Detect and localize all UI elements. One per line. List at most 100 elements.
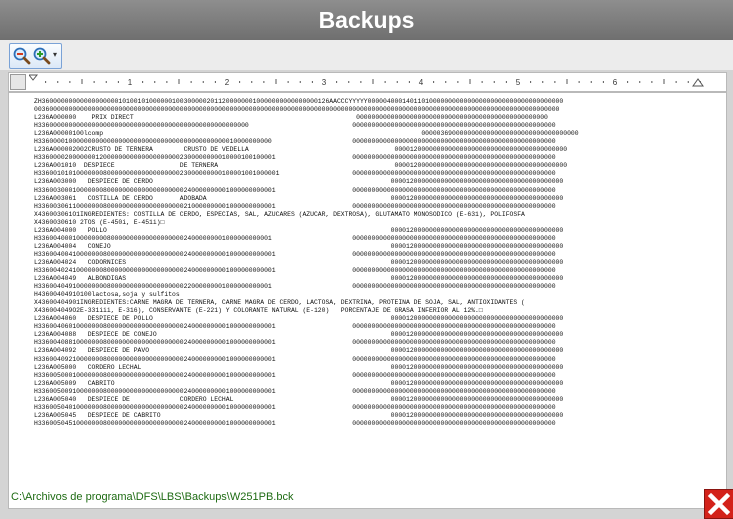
zoom-out-button[interactable] (12, 46, 32, 66)
document-line: L236A005040 DESPIECE DE CORDERO LECHAL 0… (34, 395, 564, 403)
ruler-tick (408, 81, 410, 83)
document-line: L236A003000 DESPIECE DE CERDO 0000120000… (34, 178, 564, 186)
document-line: L236A00000100lcomp 000003690000000000000… (34, 130, 579, 138)
document-line: H336005000100000008000000000000000000002… (34, 371, 556, 379)
ruler-tick (457, 81, 459, 83)
ruler-tick (214, 81, 216, 83)
ruler-tick (481, 81, 483, 83)
ruler-tick (57, 81, 59, 83)
title-bar: Backups (0, 0, 733, 40)
ruler-tick (384, 81, 386, 83)
ruler-tick (627, 81, 629, 83)
document-line: H336001010100000008000000000000000000023… (34, 170, 556, 178)
ruler-tick (639, 81, 641, 83)
ruler-tick (81, 79, 83, 84)
right-margin-marker[interactable] (692, 78, 704, 87)
ruler: 1 2 3 4 5 6 (8, 72, 727, 92)
ruler-label: 3 (322, 78, 327, 87)
document-line: L236A004024 CODORNICES 00001200000000000… (34, 258, 564, 266)
close-button[interactable] (704, 489, 733, 519)
ruler-tick (651, 81, 653, 83)
ruler-tick (202, 81, 204, 83)
document-line: 0036000000000000000000000000000000000000… (34, 106, 560, 114)
left-indent-marker[interactable] (29, 74, 39, 81)
document-line: H336004004100000008000000000000000000002… (34, 250, 556, 258)
toolbar: ▾ (0, 40, 733, 70)
ruler-tick (190, 81, 192, 83)
ruler-ticks: 1 2 3 4 5 6 (29, 74, 704, 87)
zoom-in-button[interactable] (32, 46, 52, 66)
zoom-control-group: ▾ (9, 43, 62, 69)
ruler-tick (154, 81, 156, 83)
ruler-tick (566, 79, 568, 84)
document-line: X4360030610 2TOS (E-450i, E-451i)□ (34, 218, 165, 226)
ruler-tick (251, 81, 253, 83)
zoom-in-icon (33, 47, 51, 65)
ruler-label: 5 (516, 78, 521, 87)
document-line: L236A004088 DESPIECE DE CONEJO 000012000… (34, 331, 564, 339)
document-line: H336004024100000008000000000000000000002… (34, 266, 556, 274)
ruler-tick (336, 81, 338, 83)
ruler-tick (542, 81, 544, 83)
ruler-tick (663, 79, 665, 84)
document-line: L236A003061 COSTILLA DE CERDO ADOBADA 00… (34, 194, 564, 202)
ruler-tick (590, 81, 592, 83)
ruler-tick (239, 81, 241, 83)
ruler-label: 1 (128, 78, 133, 87)
zoom-out-icon (13, 47, 31, 65)
ruler-tick (178, 79, 180, 84)
document-line: X436004049O2E-331iii, E-316), CONSERVANT… (34, 307, 483, 315)
document-line: L236A004092 DESPIECE DE PAVO 00001200000… (34, 347, 564, 355)
ruler-tick (275, 79, 277, 84)
document-line: L236A000000 PRIX DIRECT 0000000000000000… (34, 114, 548, 122)
ruler-corner-icon[interactable] (10, 74, 26, 90)
document-line: L236A004060 DESPIECE DE POLLO 0000120000… (34, 315, 564, 323)
ruler-tick (505, 81, 507, 83)
ruler-tick (287, 81, 289, 83)
ruler-tick (348, 81, 350, 83)
document-line: H336004049100000000800000000000000000002… (34, 283, 556, 291)
ruler-tick (45, 81, 47, 83)
ruler-tick (105, 81, 107, 83)
ruler-tick (69, 81, 71, 83)
document-line: ZH36000000000000000000101001010000001003… (34, 98, 564, 105)
document-line: H336003061100000008000000000000000000002… (34, 202, 556, 210)
backup-file-viewer[interactable]: ZH36000000000000000000101001010000001003… (8, 92, 727, 509)
ruler-tick (263, 81, 265, 83)
document-line: H336000010000000000000000000000000000000… (34, 138, 556, 146)
ruler-tick (675, 81, 677, 83)
document-line: H336004092100000008000000000000000000002… (34, 355, 556, 363)
document-line: H336000020000000120000000000000000000023… (34, 154, 556, 162)
ruler-tick (142, 81, 144, 83)
document-line: H336005040100000008000000000000000000002… (34, 403, 556, 411)
ruler-tick (299, 81, 301, 83)
document-line: H336005009100000008000000000000000000002… (34, 387, 556, 395)
ruler-tick (433, 81, 435, 83)
ruler-tick (166, 81, 168, 83)
ruler-tick (311, 81, 313, 83)
ruler-label: 6 (613, 78, 618, 87)
document-line: L236A004004 CONEJO 000012000000000000000… (34, 242, 564, 250)
document-line: H336000000000000000000000000000000000000… (34, 122, 556, 130)
ruler-tick (493, 81, 495, 83)
ruler-tick (469, 79, 471, 84)
document-line: L236A005000 CORDERO LECHAL 0000120000000… (34, 363, 564, 371)
file-path: C:\Archivos de programa\DFS\LBS\Backups\… (11, 491, 294, 503)
document-line: X436003061O1INGREDIENTES: COSTILLA DE CE… (34, 210, 525, 218)
document-line: L236A005009 CABRITO 00001200000000000000… (34, 379, 564, 387)
document-line: H336004000100000000800000000000000000002… (34, 234, 556, 242)
ruler-tick (396, 81, 398, 83)
chevron-down-icon[interactable]: ▾ (53, 51, 59, 59)
document-line: H336005045100000008000000000000000000002… (34, 419, 556, 427)
document-line: L236A000002002CRUSTO DE TERNERA CRUSTO D… (34, 146, 568, 154)
ruler-tick (360, 81, 362, 83)
ruler-label: 2 (225, 78, 230, 87)
document-line: H336003000100000008000000000000000000002… (34, 186, 556, 194)
ruler-tick (687, 81, 689, 83)
document-line: L236A001010 DESPIECE DE TERNERA 00001200… (34, 162, 568, 170)
document-line: H336004060100000008000000000000000000002… (34, 323, 556, 331)
document-line: X43600404901INGREDIENTES:CARNE MAGRA DE … (34, 299, 525, 307)
document-line: H336004088100000008000000000000000000002… (34, 339, 556, 347)
ruler-tick (117, 81, 119, 83)
ruler-tick (530, 81, 532, 83)
